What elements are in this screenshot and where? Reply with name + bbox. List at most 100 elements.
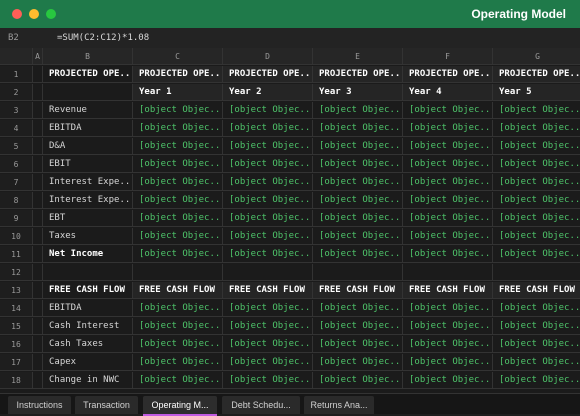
cell-g[interactable]: [object Objec... <box>493 210 580 227</box>
cell-g[interactable]: FREE CASH FLOW <box>493 282 580 299</box>
cell-a[interactable] <box>33 102 43 119</box>
cell-a[interactable] <box>33 174 43 191</box>
cell-d[interactable]: [object Objec... <box>223 138 313 155</box>
cell-e[interactable]: [object Objec... <box>313 372 403 389</box>
column-header-d[interactable]: D <box>223 48 313 65</box>
cell-a[interactable] <box>33 228 43 245</box>
row-number[interactable]: 10 <box>0 228 33 245</box>
cell-d[interactable]: [object Objec... <box>223 174 313 191</box>
cell-a[interactable] <box>33 318 43 335</box>
row-label-cell[interactable]: Taxes <box>43 228 133 245</box>
row-number[interactable]: 12 <box>0 264 33 281</box>
cell-c[interactable]: [object Objec... <box>133 156 223 173</box>
cell-e[interactable]: [object Objec... <box>313 174 403 191</box>
cell-e[interactable]: [object Objec... <box>313 246 403 263</box>
cell-e[interactable]: [object Objec... <box>313 336 403 353</box>
sheet-tab-operating-model[interactable]: Operating M... <box>143 396 217 416</box>
cell-d[interactable] <box>223 264 313 281</box>
cell-d[interactable]: [object Objec... <box>223 102 313 119</box>
cell-c[interactable]: [object Objec... <box>133 246 223 263</box>
cell-d[interactable]: [object Objec... <box>223 156 313 173</box>
cell-a[interactable] <box>33 138 43 155</box>
cell-f[interactable]: [object Objec... <box>403 354 493 371</box>
maximize-window-button[interactable] <box>46 9 56 19</box>
row-number[interactable]: 16 <box>0 336 33 353</box>
cell-f[interactable]: [object Objec... <box>403 372 493 389</box>
cell-f[interactable]: [object Objec... <box>403 336 493 353</box>
cell-c[interactable]: FREE CASH FLOW <box>133 282 223 299</box>
cell-g[interactable]: [object Objec... <box>493 336 580 353</box>
cell-c[interactable]: [object Objec... <box>133 192 223 209</box>
row-number[interactable]: 2 <box>0 84 33 101</box>
minimize-window-button[interactable] <box>29 9 39 19</box>
cell-e[interactable]: PROJECTED OPE... <box>313 66 403 83</box>
column-header-e[interactable]: E <box>313 48 403 65</box>
column-header-c[interactable]: C <box>133 48 223 65</box>
sheet-tab-transaction[interactable]: Transaction <box>75 396 138 414</box>
cell-d[interactable]: [object Objec... <box>223 336 313 353</box>
cell-g[interactable]: [object Objec... <box>493 156 580 173</box>
row-label-cell[interactable]: EBT <box>43 210 133 227</box>
cell-e[interactable] <box>313 264 403 281</box>
cell-a[interactable] <box>33 66 43 83</box>
cell-e[interactable]: [object Objec... <box>313 138 403 155</box>
cell-f[interactable]: [object Objec... <box>403 120 493 137</box>
row-label-cell[interactable]: Interest Expe... <box>43 174 133 191</box>
cell-d[interactable]: Year 2 <box>223 84 313 101</box>
cell-g[interactable]: [object Objec... <box>493 318 580 335</box>
row-number[interactable]: 1 <box>0 66 33 83</box>
cell-a[interactable] <box>33 282 43 299</box>
row-label-cell[interactable]: Net Income <box>43 246 133 263</box>
cell-c[interactable]: [object Objec... <box>133 228 223 245</box>
cell-g[interactable]: [object Objec... <box>493 174 580 191</box>
cell-a[interactable] <box>33 84 43 101</box>
row-label-cell[interactable]: Cash Interest <box>43 318 133 335</box>
cell-a[interactable] <box>33 156 43 173</box>
cell-f[interactable]: [object Objec... <box>403 318 493 335</box>
cell-d[interactable]: [object Objec... <box>223 210 313 227</box>
row-number[interactable]: 14 <box>0 300 33 317</box>
row-label-cell[interactable]: FREE CASH FLOW <box>43 282 133 299</box>
cell-f[interactable]: Year 4 <box>403 84 493 101</box>
cell-e[interactable]: [object Objec... <box>313 120 403 137</box>
cell-g[interactable]: [object Objec... <box>493 246 580 263</box>
cell-c[interactable]: [object Objec... <box>133 372 223 389</box>
row-label-cell[interactable]: EBIT <box>43 156 133 173</box>
cell-a[interactable] <box>33 120 43 137</box>
row-label-cell[interactable]: EBITDA <box>43 300 133 317</box>
cell-d[interactable]: [object Objec... <box>223 318 313 335</box>
cell-reference[interactable]: B2 <box>8 33 19 43</box>
row-number[interactable]: 15 <box>0 318 33 335</box>
select-all-corner[interactable] <box>0 48 33 65</box>
cell-f[interactable]: [object Objec... <box>403 228 493 245</box>
cell-g[interactable]: [object Objec... <box>493 372 580 389</box>
sheet-tab-instructions[interactable]: Instructions <box>8 396 71 414</box>
cell-a[interactable] <box>33 210 43 227</box>
cell-e[interactable]: [object Objec... <box>313 300 403 317</box>
row-label-cell[interactable]: PROJECTED OPE... <box>43 66 133 83</box>
cell-f[interactable]: [object Objec... <box>403 210 493 227</box>
cell-d[interactable]: FREE CASH FLOW <box>223 282 313 299</box>
cell-e[interactable]: [object Objec... <box>313 192 403 209</box>
column-header-g[interactable]: G <box>493 48 580 65</box>
cell-f[interactable]: [object Objec... <box>403 192 493 209</box>
cell-c[interactable]: PROJECTED OPE... <box>133 66 223 83</box>
cell-f[interactable]: [object Objec... <box>403 138 493 155</box>
cell-g[interactable]: [object Objec... <box>493 138 580 155</box>
row-label-cell[interactable] <box>43 84 133 101</box>
cell-d[interactable]: [object Objec... <box>223 246 313 263</box>
sheet-tab-debt-schedule[interactable]: Debt Schedu... <box>222 396 300 414</box>
column-header-f[interactable]: F <box>403 48 493 65</box>
cell-g[interactable]: Year 5 <box>493 84 580 101</box>
cell-c[interactable]: [object Objec... <box>133 336 223 353</box>
close-window-button[interactable] <box>12 9 22 19</box>
row-label-cell[interactable]: Cash Taxes <box>43 336 133 353</box>
formula-input[interactable]: =SUM(C2:C12)*1.08 <box>57 33 149 43</box>
row-number[interactable]: 4 <box>0 120 33 137</box>
row-number[interactable]: 9 <box>0 210 33 227</box>
cell-f[interactable]: [object Objec... <box>403 246 493 263</box>
cell-f[interactable] <box>403 264 493 281</box>
row-number[interactable]: 13 <box>0 282 33 299</box>
cell-a[interactable] <box>33 192 43 209</box>
cell-g[interactable]: [object Objec... <box>493 354 580 371</box>
